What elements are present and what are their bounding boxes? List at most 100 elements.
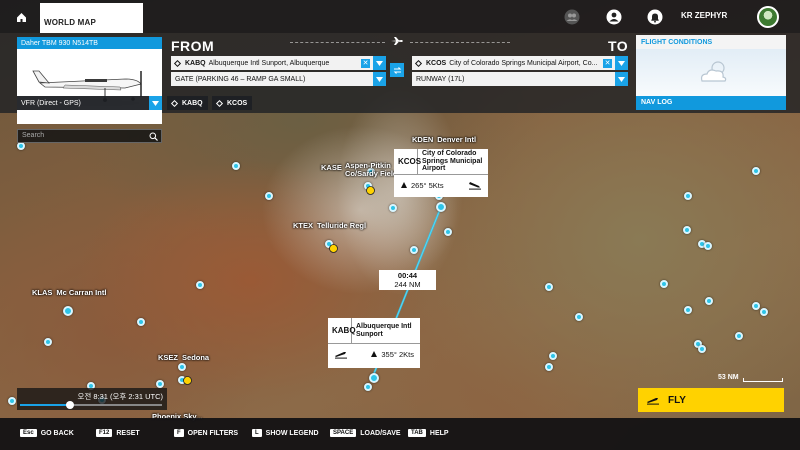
airport-marker[interactable] xyxy=(684,306,692,314)
hint-load-save[interactable]: SPACE LOAD/SAVE xyxy=(330,429,401,437)
landing-icon xyxy=(469,182,481,190)
time-of-day-widget[interactable]: 오전 8:31 (오후 2:31 UTC) xyxy=(17,388,167,410)
avatar[interactable] xyxy=(757,6,779,28)
nav-log-button[interactable]: NAV LOG xyxy=(636,96,786,110)
airport-marker[interactable] xyxy=(752,302,760,310)
airport-marker[interactable] xyxy=(8,397,16,405)
waypoint-icon xyxy=(215,99,224,107)
airport-marker[interactable] xyxy=(704,242,712,250)
airport-label-kase: KASE xyxy=(321,163,342,172)
airport-marker[interactable] xyxy=(684,192,692,200)
username: KR ZEPHYR xyxy=(681,11,728,20)
clear-to-button[interactable]: ✕ xyxy=(603,58,612,68)
airport-marker[interactable] xyxy=(698,345,706,353)
friends-button[interactable] xyxy=(563,8,580,25)
airport-marker[interactable] xyxy=(364,383,372,391)
airplane-icon xyxy=(391,37,403,45)
airport-marker[interactable] xyxy=(178,363,186,371)
chevron-down-icon[interactable] xyxy=(615,56,628,70)
waypoint-chip-departure[interactable]: KABQ xyxy=(167,96,208,110)
airport-marker-klas[interactable] xyxy=(63,306,73,316)
wind-readout: 355° 2Kts xyxy=(370,350,414,359)
wind-readout: 265° 5Kts xyxy=(400,181,444,190)
swap-airports-button[interactable] xyxy=(390,63,404,77)
from-parking-select[interactable]: GATE (PARKING 46 – RAMP GA SMALL) xyxy=(171,72,386,86)
airport-marker[interactable] xyxy=(735,332,743,340)
search-input[interactable]: Search xyxy=(17,129,162,143)
to-airport-select[interactable]: KCOS City of Colorado Springs Municipal A… xyxy=(412,56,628,70)
fly-button[interactable]: FLY xyxy=(638,388,784,412)
friends-icon xyxy=(564,9,579,24)
airport-pin-icon[interactable] xyxy=(366,186,375,198)
time-slider[interactable] xyxy=(20,401,162,409)
waypoint-chip-arrival[interactable]: KCOS xyxy=(212,96,253,110)
airport-marker[interactable] xyxy=(545,363,553,371)
home-icon xyxy=(16,12,26,22)
chevron-down-icon[interactable] xyxy=(373,72,386,86)
airport-marker[interactable] xyxy=(444,228,452,236)
airport-marker[interactable] xyxy=(660,280,668,288)
hint-show-legend[interactable]: L SHOW LEGEND xyxy=(252,429,319,437)
airport-marker[interactable] xyxy=(44,338,52,346)
airport-marker[interactable] xyxy=(683,226,691,234)
chevron-down-icon[interactable] xyxy=(149,96,162,110)
top-bar: WORLD MAP KR ZEPHYR xyxy=(0,0,800,33)
home-button[interactable] xyxy=(10,6,32,28)
hint-reset[interactable]: F12 RESET xyxy=(96,429,140,437)
route-type-select[interactable]: VFR (Direct - GPS) xyxy=(17,96,162,110)
callout-airport-name: City of Colorado Springs Municipal Airpo… xyxy=(422,149,483,173)
airport-pin-icon[interactable] xyxy=(183,376,192,388)
leg-distance: 244 NM xyxy=(394,280,421,289)
hint-help[interactable]: TAB HELP xyxy=(408,429,449,437)
airport-marker[interactable] xyxy=(760,308,768,316)
from-airport-select[interactable]: KABQ Albuquerque Intl Sunport, Albuquerqu… xyxy=(171,56,386,70)
to-runway-select[interactable]: RUNWAY (17L) xyxy=(412,72,628,86)
takeoff-icon xyxy=(335,352,347,359)
airport-marker[interactable] xyxy=(232,162,240,170)
chevron-down-icon[interactable] xyxy=(373,56,386,70)
footer-hints: Esc GO BACK F12 RESET F OPEN FILTERS L SHOW … xyxy=(0,418,800,450)
notifications-button[interactable] xyxy=(646,8,663,25)
airport-marker[interactable] xyxy=(265,192,273,200)
scale-bar xyxy=(743,378,783,382)
hint-open-filters[interactable]: F OPEN FILTERS xyxy=(174,429,238,437)
time-slider-handle[interactable] xyxy=(65,401,74,409)
flight-conditions-card[interactable]: FLIGHT CONDITIONS xyxy=(636,35,786,97)
tab-world-map[interactable]: WORLD MAP xyxy=(40,3,143,33)
airport-marker[interactable] xyxy=(575,313,583,321)
time-slider-fill xyxy=(20,404,70,406)
airport-marker[interactable] xyxy=(196,281,204,289)
airport-label-kase-name: Aspen-Pitkin Co/Sardy Field xyxy=(345,161,398,178)
airport-marker-kcos[interactable] xyxy=(436,202,446,212)
waypoint-icon xyxy=(414,59,423,67)
airport-pin-icon[interactable] xyxy=(329,244,338,256)
origin-callout[interactable]: KABQ Albuquerque Intl Sunport 355° 2Kts xyxy=(328,318,420,368)
airport-label-ksez: KSEZ Sedona xyxy=(158,353,210,362)
from-title: FROM xyxy=(171,38,215,54)
airport-marker[interactable] xyxy=(17,142,25,150)
waypoint-icon xyxy=(173,59,182,67)
airport-marker[interactable] xyxy=(549,352,557,360)
chevron-down-icon[interactable] xyxy=(615,72,628,86)
airport-marker[interactable] xyxy=(410,246,418,254)
callout-airport-name: Albuquerque Intl Sunport xyxy=(356,322,412,338)
airport-marker[interactable] xyxy=(705,297,713,305)
airport-label-kden: KDEN Denver Intl xyxy=(412,135,477,144)
airport-marker[interactable] xyxy=(389,204,397,212)
airport-marker[interactable] xyxy=(156,380,164,388)
destination-callout[interactable]: KCOS City of Colorado Springs Municipal … xyxy=(394,149,488,197)
profile-button[interactable] xyxy=(605,8,622,25)
airport-marker-kabq[interactable] xyxy=(369,373,379,383)
airport-label-ktex: KTEX Telluride Regl xyxy=(293,221,367,230)
hint-go-back[interactable]: Esc GO BACK xyxy=(20,429,74,437)
airport-marker[interactable] xyxy=(752,167,760,175)
airport-marker[interactable] xyxy=(545,283,553,291)
airport-marker[interactable] xyxy=(137,318,145,326)
weather-preview xyxy=(636,49,786,97)
clear-from-button[interactable]: ✕ xyxy=(361,58,370,68)
airport-label-klas: KLAS Mc Carran Intl xyxy=(32,288,107,297)
callout-icao: KABQ xyxy=(328,318,356,343)
to-title: TO xyxy=(608,38,629,54)
aircraft-selector[interactable]: Daher TBM 930 N514TB xyxy=(17,37,162,124)
search-icon xyxy=(149,132,158,141)
